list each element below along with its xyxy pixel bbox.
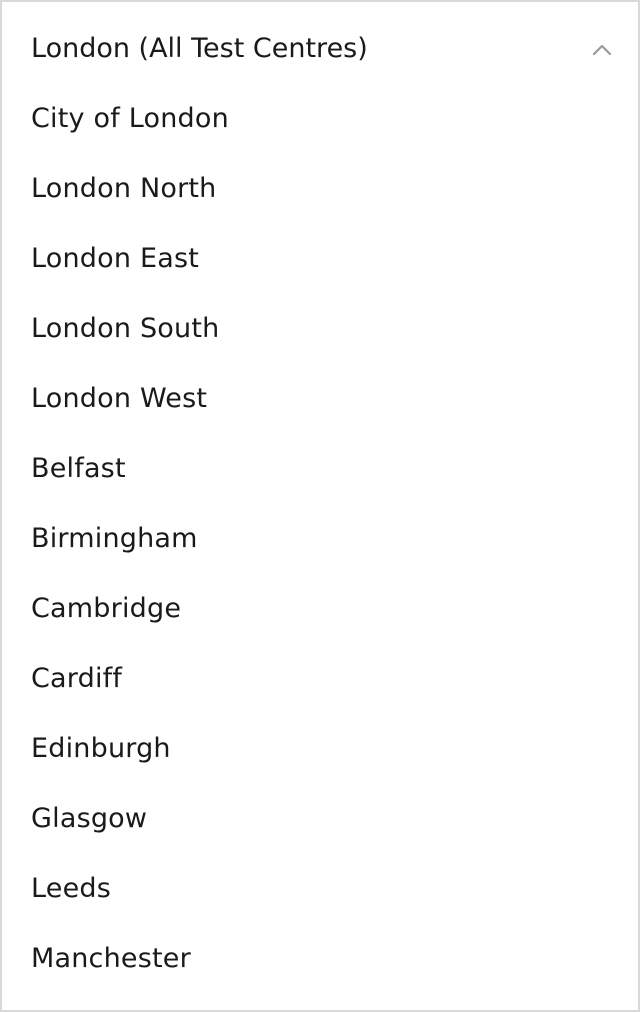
test-centre-dropdown[interactable]: London (All Test Centres) City of London… xyxy=(0,0,640,1012)
option-london-east[interactable]: London East xyxy=(31,224,199,294)
option-cambridge[interactable]: Cambridge xyxy=(31,574,181,644)
option-edinburgh[interactable]: Edinburgh xyxy=(31,714,171,784)
option-birmingham[interactable]: Birmingham xyxy=(31,504,198,574)
option-manchester[interactable]: Manchester xyxy=(31,924,191,994)
selected-option-label: London (All Test Centres) xyxy=(31,33,368,64)
chevron-up-icon[interactable] xyxy=(590,38,614,62)
option-london-west[interactable]: London West xyxy=(31,364,207,434)
option-london-south[interactable]: London South xyxy=(31,294,219,364)
option-cardiff[interactable]: Cardiff xyxy=(31,644,122,714)
dropdown-selected-row[interactable]: London (All Test Centres) xyxy=(2,14,638,84)
option-city-of-london[interactable]: City of London xyxy=(31,84,229,154)
option-belfast[interactable]: Belfast xyxy=(31,434,126,504)
option-leeds[interactable]: Leeds xyxy=(31,854,111,924)
option-glasgow[interactable]: Glasgow xyxy=(31,784,147,854)
option-london-north[interactable]: London North xyxy=(31,154,216,224)
